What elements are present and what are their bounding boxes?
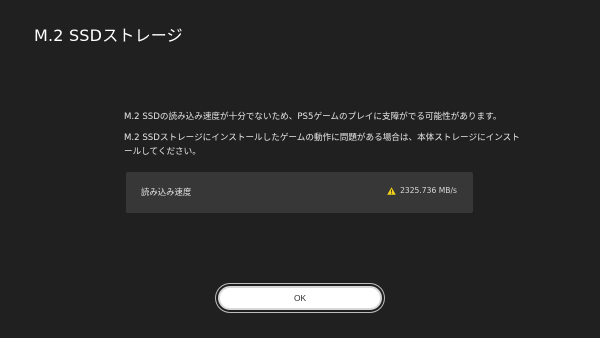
read-speed-label: 読み込み速度 xyxy=(141,187,192,197)
read-speed-value-group: 2325.736 MB/s xyxy=(387,186,457,195)
read-speed-value: 2325.736 MB/s xyxy=(400,186,457,195)
warning-message-line-1: M.2 SSDの読み込み速度が十分でないため、PS5ゲームのプレイに支障がでる可… xyxy=(124,112,502,122)
read-speed-panel: 読み込み速度 2325.736 MB/s xyxy=(126,172,473,213)
ok-button[interactable]: OK xyxy=(218,286,382,310)
warning-message: M.2 SSDの読み込み速度が十分でないため、PS5ゲームのプレイに支障がでる可… xyxy=(124,110,524,166)
ssd-warning-screen: M.2 SSDストレージ M.2 SSDの読み込み速度が十分でないため、PS5ゲ… xyxy=(0,0,600,338)
warning-triangle-icon xyxy=(387,186,396,195)
page-title: M.2 SSDストレージ xyxy=(34,26,183,45)
warning-message-line-2: M.2 SSDストレージにインストールしたゲームの動作に問題がある場合は、本体ス… xyxy=(124,133,520,157)
